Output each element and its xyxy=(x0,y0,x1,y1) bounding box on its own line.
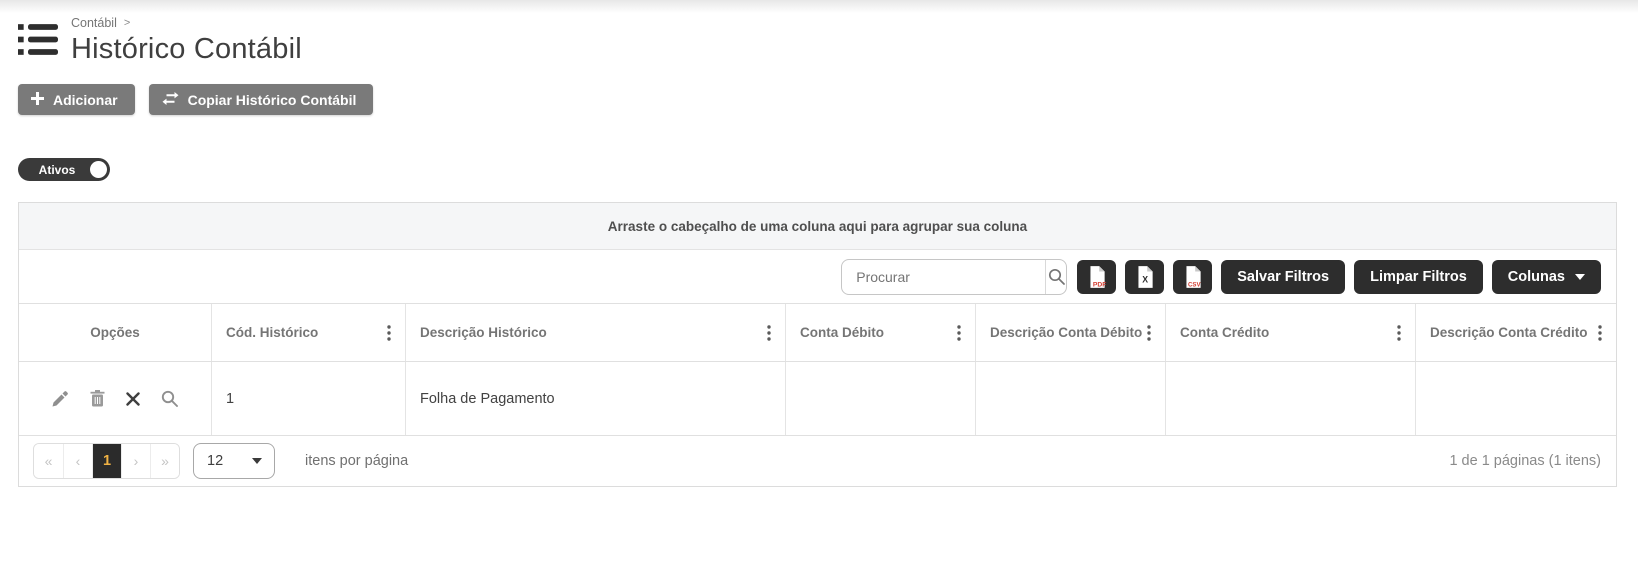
header-opcoes: Opções xyxy=(19,304,212,361)
pager-first-button[interactable]: « xyxy=(34,444,63,478)
pager-prev-button[interactable]: ‹ xyxy=(63,444,92,478)
toggle-knob xyxy=(90,161,107,178)
column-menu-icon[interactable] xyxy=(1594,323,1606,343)
swap-horizontal-icon xyxy=(162,92,179,108)
action-bar: Adicionar Copiar Histórico Contábil xyxy=(18,84,1617,115)
page-header: Contábil > Histórico Contábil xyxy=(18,16,1617,66)
table-row: 1 Folha de Pagamento xyxy=(19,362,1616,436)
grid-footer: « ‹ 1 › » 12 itens por página 1 de 1 pág… xyxy=(19,436,1616,486)
chevron-down-icon xyxy=(252,458,262,464)
clear-filters-label: Limpar Filtros xyxy=(1370,269,1467,285)
column-menu-icon[interactable] xyxy=(1393,323,1405,343)
pager-next-button[interactable]: › xyxy=(121,444,150,478)
export-pdf-button[interactable]: PDF xyxy=(1077,260,1116,294)
grid-header-row: Opções Cód. Histórico Descrição Históric… xyxy=(19,304,1616,362)
historico-grid: Arraste o cabeçalho de uma coluna aqui p… xyxy=(18,202,1617,487)
breadcrumb: Contábil > xyxy=(71,16,302,30)
column-menu-icon[interactable] xyxy=(953,323,965,343)
header-conta-debito[interactable]: Conta Débito xyxy=(786,304,976,361)
ativos-toggle[interactable]: Ativos xyxy=(18,158,110,181)
column-menu-icon[interactable] xyxy=(1143,323,1155,343)
save-filters-button[interactable]: Salvar Filtros xyxy=(1221,260,1345,294)
toggle-wrap: Ativos xyxy=(18,158,1617,181)
header-conta-credito-label: Conta Crédito xyxy=(1180,325,1269,340)
csv-file-icon-label: CSV xyxy=(1188,281,1201,288)
header-conta-credito[interactable]: Conta Crédito xyxy=(1166,304,1416,361)
list-icon xyxy=(18,22,58,63)
page-size-value: 12 xyxy=(207,453,252,469)
xls-file-icon-label: X xyxy=(1142,274,1148,284)
search-icon[interactable] xyxy=(1046,260,1066,294)
grid-toolbar: PDF X CSV Salvar Filtros xyxy=(19,250,1616,304)
header-cod-historico-label: Cód. Histórico xyxy=(226,325,318,340)
header-conta-debito-label: Conta Débito xyxy=(800,325,884,340)
pager-last-button[interactable]: » xyxy=(150,444,179,478)
close-icon[interactable] xyxy=(126,392,140,406)
cell-conta-credito xyxy=(1166,362,1416,435)
columns-button[interactable]: Colunas xyxy=(1492,260,1601,294)
chevron-down-icon xyxy=(1575,274,1585,280)
header-descricao-conta-credito-label: Descrição Conta Crédito xyxy=(1430,325,1588,340)
group-drop-area[interactable]: Arraste o cabeçalho de uma coluna aqui p… xyxy=(19,203,1616,250)
historico-contabil-page: Contábil > Histórico Contábil Adicionar … xyxy=(0,0,1638,487)
ativos-toggle-label: Ativos xyxy=(18,163,90,177)
save-filters-label: Salvar Filtros xyxy=(1237,269,1329,285)
pager-page-1-button[interactable]: 1 xyxy=(92,444,121,478)
search-box xyxy=(841,259,1067,295)
header-descricao-conta-debito[interactable]: Descrição Conta Débito xyxy=(976,304,1166,361)
header-cod-historico[interactable]: Cód. Histórico xyxy=(212,304,406,361)
plus-icon xyxy=(31,92,44,108)
add-button[interactable]: Adicionar xyxy=(18,84,135,115)
add-button-label: Adicionar xyxy=(53,92,118,108)
page-size-select[interactable]: 12 xyxy=(193,443,275,479)
trash-icon[interactable] xyxy=(90,390,105,407)
header-descricao-conta-debito-label: Descrição Conta Débito xyxy=(990,325,1142,340)
page-title: Histórico Contábil xyxy=(71,33,302,66)
magnifier-icon[interactable] xyxy=(161,390,178,407)
header-text: Contábil > Histórico Contábil xyxy=(71,16,302,66)
cell-descricao-conta-debito xyxy=(976,362,1166,435)
pdf-file-icon-label: PDF xyxy=(1093,281,1107,288)
column-menu-icon[interactable] xyxy=(763,323,775,343)
header-descricao-historico-label: Descrição Histórico xyxy=(420,325,547,340)
cell-cod-historico: 1 xyxy=(212,362,406,435)
cell-descricao-conta-credito xyxy=(1416,362,1616,435)
items-per-page-label: itens por página xyxy=(305,453,408,469)
cell-opcoes xyxy=(19,362,212,435)
copy-historico-button[interactable]: Copiar Histórico Contábil xyxy=(149,84,374,115)
pencil-icon[interactable] xyxy=(52,390,69,407)
export-csv-button[interactable]: CSV xyxy=(1173,260,1212,294)
header-descricao-historico[interactable]: Descrição Histórico xyxy=(406,304,786,361)
pager-summary: 1 de 1 páginas (1 itens) xyxy=(1449,453,1601,469)
breadcrumb-contabil[interactable]: Contábil xyxy=(71,16,117,30)
copy-historico-label: Copiar Histórico Contábil xyxy=(188,92,357,108)
cell-conta-debito xyxy=(786,362,976,435)
export-xls-button[interactable]: X xyxy=(1125,260,1164,294)
breadcrumb-separator: > xyxy=(124,17,130,29)
header-descricao-conta-credito[interactable]: Descrição Conta Crédito xyxy=(1416,304,1616,361)
header-opcoes-label: Opções xyxy=(90,325,140,340)
pager-group: « ‹ 1 › » xyxy=(33,443,180,479)
search-input[interactable] xyxy=(842,260,1045,294)
clear-filters-button[interactable]: Limpar Filtros xyxy=(1354,260,1483,294)
cell-descricao-historico: Folha de Pagamento xyxy=(406,362,786,435)
columns-button-label: Colunas xyxy=(1508,269,1565,285)
column-menu-icon[interactable] xyxy=(383,323,395,343)
group-hint-text: Arraste o cabeçalho de uma coluna aqui p… xyxy=(608,219,1027,234)
